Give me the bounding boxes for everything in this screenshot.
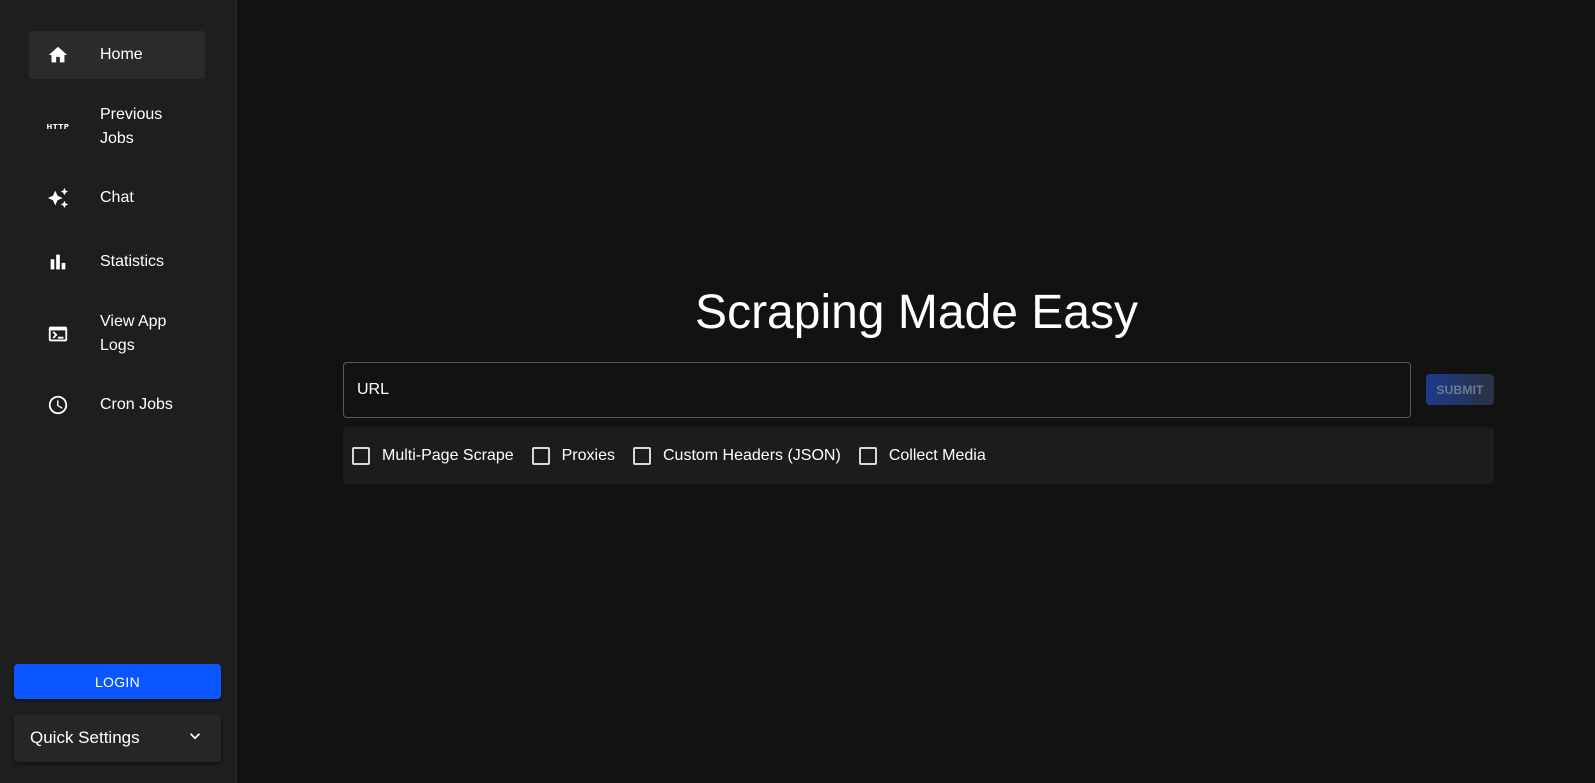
login-button[interactable]: LOGIN [14,664,221,699]
collect-media-checkbox[interactable] [858,446,877,465]
sidebar: Home HTTP Previous Jobs Chat Statistics … [0,0,237,783]
sidebar-item-label: Previous Jobs [100,105,163,147]
option-proxies[interactable]: Proxies [531,446,615,465]
option-label: Proxies [561,446,615,464]
url-input[interactable] [343,362,1411,418]
terminal-icon [29,302,87,365]
proxies-checkbox[interactable] [531,446,550,465]
sidebar-item-label: View App Logs [100,312,167,354]
option-multi-page-scrape[interactable]: Multi-Page Scrape [352,446,514,465]
sidebar-nav: Home HTTP Previous Jobs Chat Statistics … [29,31,205,445]
scrape-options: Multi-Page Scrape Proxies Custom Headers… [343,427,1494,484]
custom-headers-checkbox[interactable] [632,446,651,465]
sidebar-item-home[interactable]: Home [29,31,205,79]
home-icon [29,31,87,79]
sidebar-item-label: Chat [100,189,134,206]
option-collect-media[interactable]: Collect Media [858,446,986,465]
main-content: Scraping Made Easy SUBMIT Multi-Page Scr… [237,0,1595,783]
sidebar-item-statistics[interactable]: Statistics [29,238,205,286]
option-label: Custom Headers (JSON) [662,446,841,464]
quick-settings-label: Quick Settings [30,728,140,747]
sidebar-item-label: Home [100,46,143,63]
page-title: Scraping Made Easy [695,286,1138,339]
multi-page-scrape-checkbox[interactable] [352,446,370,465]
option-label: Multi-Page Scrape [382,446,514,464]
sparkle-icon [29,174,87,222]
sidebar-item-cron-jobs[interactable]: Cron Jobs [29,381,205,429]
option-label: Collect Media [888,446,986,464]
option-custom-headers[interactable]: Custom Headers (JSON) [632,446,841,465]
sidebar-item-chat[interactable]: Chat [29,174,205,222]
submit-button[interactable]: SUBMIT [1426,374,1494,405]
bar-chart-icon [29,238,87,286]
sidebar-item-label: Cron Jobs [100,396,173,413]
quick-settings-dropdown[interactable]: Quick Settings [14,714,221,762]
sidebar-item-view-app-logs[interactable]: View App Logs [29,302,205,365]
clock-icon [29,381,87,429]
http-icon: HTTP [46,122,70,131]
sidebar-item-label: Statistics [100,253,165,270]
sidebar-item-previous-jobs[interactable]: HTTP Previous Jobs [29,95,205,158]
chevron-down-icon [185,726,205,751]
